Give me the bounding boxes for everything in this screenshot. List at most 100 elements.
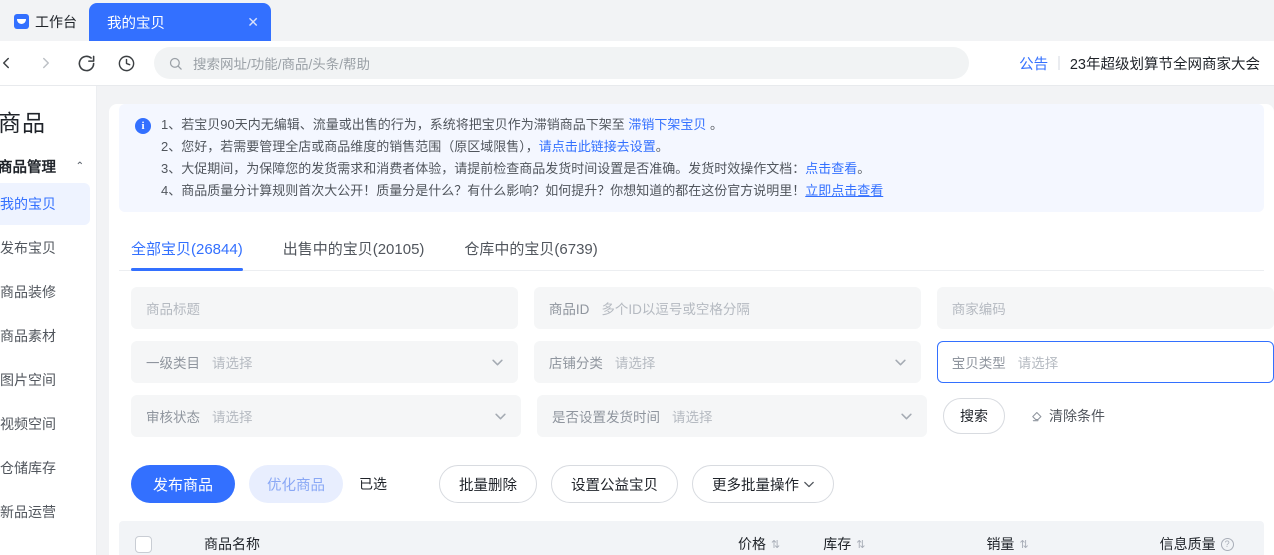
sort-icon[interactable]: ⇅: [1019, 538, 1028, 551]
sidebar-item-image-space[interactable]: 图片空间: [0, 359, 90, 401]
primary-category-select[interactable]: 一级类目 请选择: [131, 341, 518, 383]
shipping-time-set-select[interactable]: 是否设置发货时间 请选择: [537, 395, 927, 437]
browser-tab-my-items[interactable]: 我的宝贝 ✕: [89, 3, 271, 41]
history-clock-icon[interactable]: [106, 43, 146, 83]
tab-label: 全部宝贝(26844): [131, 241, 243, 258]
sort-icon[interactable]: ⇅: [771, 538, 780, 551]
content-card: i 1、若宝贝90天内无编辑、流量或出售的行为，系统将把宝贝作为滞销商品下架至 …: [109, 104, 1274, 555]
sidebar-item-product-material[interactable]: 商品素材: [0, 315, 90, 357]
sidebar-item-my-items[interactable]: 我的宝贝: [0, 183, 90, 225]
column-label: 信息质量: [1159, 536, 1216, 552]
tab-all-items[interactable]: 全部宝贝(26844): [131, 238, 243, 271]
workbench-icon: [14, 14, 29, 29]
notice-link[interactable]: 滞销下架宝贝: [628, 117, 706, 132]
notice-text-tail: 。: [857, 161, 871, 176]
notice-line: 1、若宝贝90天内无编辑、流量或出售的行为，系统将把宝贝作为滞销商品下架至 滞销…: [161, 116, 883, 134]
announcement-bar: 公告 | 23年超级划算节全网商家大会: [1019, 53, 1260, 74]
notice-text-tail: 。: [655, 139, 669, 154]
info-icon: i: [135, 118, 151, 134]
publish-product-button[interactable]: 发布商品: [131, 465, 236, 503]
notice-link[interactable]: 请点击此链接去设置: [539, 139, 656, 154]
workbench-tab-label: 工作台: [35, 13, 77, 30]
sidebar-item-label: 我的宝贝: [0, 196, 56, 212]
clear-filter-icon: [1031, 409, 1045, 423]
filter-row-3: 审核状态 请选择 是否设置发货时间 请选择 搜索 清除条件: [131, 395, 1274, 437]
notice-banner: i 1、若宝贝90天内无编辑、流量或出售的行为，系统将把宝贝作为滞销商品下架至 …: [119, 104, 1264, 212]
sidebar-group-product-management[interactable]: 商品管理 ⌃: [0, 152, 96, 181]
chevron-down-icon: [804, 481, 814, 488]
sidebar-item-label: 商品装修: [0, 284, 56, 300]
audit-status-select[interactable]: 审核状态 请选择: [131, 395, 521, 437]
announcement-label[interactable]: 公告: [1019, 53, 1048, 74]
close-icon[interactable]: ✕: [247, 15, 259, 29]
product-id-input[interactable]: 商品ID 多个ID以逗号或空格分隔: [533, 287, 921, 329]
search-actions: 搜索 清除条件: [943, 395, 1105, 437]
tab-on-sale-items[interactable]: 出售中的宝贝(20105): [283, 238, 425, 270]
column-header-price[interactable]: 价格 ⇅: [738, 534, 780, 554]
column-label: 销量: [986, 536, 1015, 552]
shop-category-label: 店铺分类: [548, 356, 603, 371]
audit-status-value: 请选择: [212, 410, 253, 425]
sidebar-item-warehouse-inventory[interactable]: 仓储库存: [0, 447, 90, 489]
notice-link[interactable]: 点击查看: [805, 161, 857, 176]
column-label: 库存: [823, 536, 852, 552]
clear-conditions-label: 清除条件: [1049, 408, 1105, 424]
notice-text: 1、若宝贝90天内无编辑、流量或出售的行为，系统将把宝贝作为滞销商品下架至: [161, 117, 629, 132]
sidebar-item-video-space[interactable]: 视频空间: [0, 403, 90, 445]
product-id-label: 商品ID: [548, 302, 590, 317]
omnibox[interactable]: 搜索网址/功能/商品/头条/帮助: [154, 47, 969, 79]
sidebar-item-publish-item[interactable]: 发布宝贝: [0, 227, 90, 269]
help-icon[interactable]: ?: [1220, 537, 1234, 551]
select-all-checkbox[interactable]: [135, 535, 152, 553]
search-button[interactable]: 搜索: [943, 398, 1005, 434]
clear-conditions-button[interactable]: 清除条件: [1031, 406, 1105, 426]
set-charity-item-button[interactable]: 设置公益宝贝: [551, 465, 679, 503]
item-type-label: 宝贝类型: [951, 356, 1006, 371]
primary-category-label: 一级类目: [146, 356, 200, 371]
sidebar-item-new-product-operation[interactable]: 新品运营: [0, 491, 90, 533]
browser-tab-label: 我的宝贝: [107, 15, 165, 32]
more-batch-operations-label: 更多批量操作: [712, 477, 800, 494]
more-batch-operations-button[interactable]: 更多批量操作: [692, 465, 835, 503]
workbench-tab[interactable]: 工作台: [8, 5, 89, 38]
notice-line: 4、商品质量分计算规则首次大公开！质量分是什么？有什么影响？如何提升？你想知道的…: [161, 182, 883, 200]
table-header-row: 商品名称 价格 ⇅ 库存 ⇅ 销量 ⇅ 信息质量 ?: [119, 521, 1264, 555]
sort-icon[interactable]: ⇅: [856, 538, 865, 551]
item-type-value: 请选择: [1017, 356, 1059, 371]
merchant-code-input[interactable]: 商家编码: [936, 287, 1274, 329]
batch-delete-button[interactable]: 批量删除: [439, 465, 538, 503]
notice-text: 2、您好，若需要管理全店或商品维度的销售范围（原区域限售），: [161, 139, 539, 154]
chevron-down-icon: [495, 413, 506, 420]
shipping-time-set-label: 是否设置发货时间: [552, 410, 660, 425]
reload-icon[interactable]: [66, 43, 106, 83]
shop-category-value: 请选择: [614, 356, 656, 371]
chevron-down-icon: [492, 359, 503, 366]
sidebar-item-label: 仓储库存: [0, 460, 56, 476]
column-header-stock[interactable]: 库存 ⇅: [823, 534, 865, 554]
chevron-up-icon: ⌃: [75, 161, 84, 172]
browser-toolbar: 搜索网址/功能/商品/头条/帮助 公告 | 23年超级划算节全网商家大会: [0, 41, 1274, 86]
product-title-input[interactable]: 商品标题: [131, 287, 518, 329]
tab-warehouse-items[interactable]: 仓库中的宝贝(6739): [464, 238, 597, 270]
notice-lines: 1、若宝贝90天内无编辑、流量或出售的行为，系统将把宝贝作为滞销商品下架至 滞销…: [161, 116, 883, 200]
app-body: 商品 商品管理 ⌃ 我的宝贝 发布宝贝 商品装修 商品素材 图片空间 视频空间 …: [0, 86, 1274, 555]
sidebar-item-label: 商品素材: [0, 328, 56, 344]
notice-line: 2、您好，若需要管理全店或商品维度的销售范围（原区域限售），请点击此链接去设置。: [161, 138, 883, 156]
notice-link[interactable]: 立即点击查看: [805, 183, 883, 198]
item-type-select[interactable]: 宝贝类型 请选择: [936, 341, 1274, 383]
shop-category-select[interactable]: 店铺分类 请选择: [533, 341, 921, 383]
notice-text: 3、大促期间，为保障您的发货需求和消费者体验，请提前检查商品发货时间设置是否准确…: [161, 161, 806, 176]
omnibox-placeholder: 搜索网址/功能/商品/头条/帮助: [193, 57, 371, 72]
announcement-text[interactable]: 23年超级划算节全网商家大会: [1070, 53, 1260, 74]
item-tabs: 全部宝贝(26844) 出售中的宝贝(20105) 仓库中的宝贝(6739): [119, 224, 1264, 271]
notice-line: 3、大促期间，为保障您的发货需求和消费者体验，请提前检查商品发货时间设置是否准确…: [161, 160, 883, 178]
browser-tab-bar: 工作台 我的宝贝 ✕: [0, 0, 1274, 41]
search-button-label: 搜索: [960, 408, 988, 424]
optimize-product-button[interactable]: 优化商品: [249, 465, 344, 503]
column-header-sales[interactable]: 销量 ⇅: [986, 534, 1028, 554]
tab-label: 出售中的宝贝(20105): [282, 241, 425, 258]
sidebar-item-label: 发布宝贝: [0, 240, 56, 256]
audit-status-label: 审核状态: [146, 410, 200, 425]
sidebar-item-product-decoration[interactable]: 商品装修: [0, 271, 90, 313]
back-arrow-icon[interactable]: [0, 43, 26, 83]
